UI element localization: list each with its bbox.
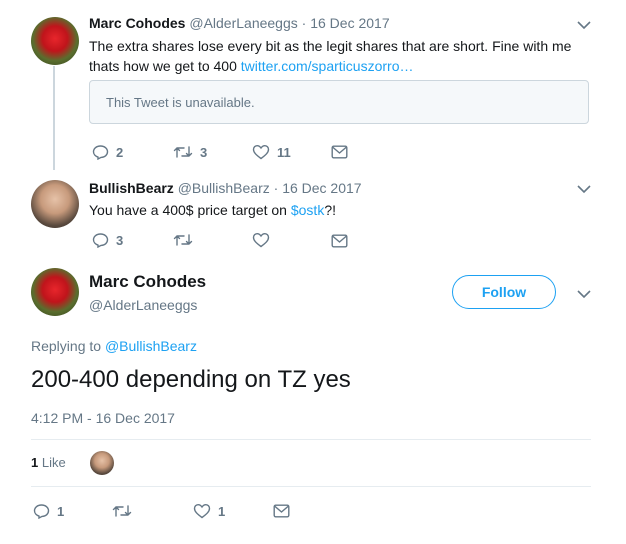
replying-to: Replying to @BullishBearz (31, 338, 197, 354)
replying-prefix: Replying to (31, 338, 105, 354)
thread-connector (53, 66, 55, 170)
chevron-down-icon[interactable] (576, 183, 592, 195)
retweet-button[interactable] (112, 503, 132, 519)
like-button[interactable]: 11 (252, 144, 291, 160)
like-button[interactable]: 1 (193, 503, 225, 519)
cashtag-link[interactable]: $ostk (291, 202, 324, 218)
dm-icon (273, 504, 290, 518)
retweet-button[interactable] (173, 232, 193, 248)
reply-count: 3 (116, 232, 124, 248)
author-handle[interactable]: @BullishBearz (178, 180, 270, 196)
heart-icon (252, 232, 270, 248)
dm-icon (331, 234, 348, 248)
chevron-down-icon[interactable] (576, 19, 592, 31)
tweet-header: BullishBearz @BullishBearz · 16 Dec 2017 (89, 180, 362, 196)
reply-icon (92, 145, 109, 160)
tweet-text: The extra shares lose every bit as the l… (89, 36, 571, 76)
likes-count: 1 (31, 455, 39, 470)
heart-icon (193, 503, 211, 519)
tweet-date[interactable]: 16 Dec 2017 (310, 15, 389, 31)
dm-button[interactable] (331, 234, 348, 248)
divider (31, 486, 591, 487)
retweet-button[interactable]: 3 (173, 144, 207, 160)
tweet-text: 200-400 depending on TZ yes (31, 366, 351, 393)
retweet-icon (173, 234, 193, 246)
separator-dot: · (273, 180, 279, 196)
reply-count: 2 (116, 144, 124, 160)
unavailable-message: This Tweet is unavailable. (106, 95, 255, 110)
reply-count: 1 (57, 503, 65, 519)
dm-icon (331, 145, 348, 159)
like-button[interactable] (252, 232, 270, 248)
author-name[interactable]: BullishBearz (89, 180, 174, 196)
retweet-count: 3 (200, 144, 208, 160)
tweet-text-part: ?! (324, 202, 337, 218)
reply-button[interactable]: 2 (92, 144, 123, 160)
avatar[interactable] (31, 17, 79, 65)
dm-button[interactable] (331, 145, 348, 159)
retweet-icon (112, 505, 132, 517)
quoted-tweet-unavailable: This Tweet is unavailable. (89, 80, 589, 124)
reply-button[interactable]: 3 (92, 232, 123, 248)
tweet-text-part: thats how we get to 400 (89, 58, 237, 74)
likes-label: Like (41, 455, 66, 470)
reply-button[interactable]: 1 (33, 503, 64, 519)
replying-to-link[interactable]: @BullishBearz (105, 338, 197, 354)
author-name[interactable]: Marc Cohodes (89, 272, 206, 292)
likes-stat[interactable]: 1 Like (31, 455, 66, 470)
reply-icon (33, 504, 50, 519)
like-count: 1 (218, 503, 226, 519)
like-count: 11 (277, 144, 291, 160)
divider (31, 439, 591, 440)
tweet-text-part: You have a 400$ price target on (89, 202, 291, 218)
separator-dot: · (301, 15, 307, 31)
avatar[interactable] (31, 268, 79, 316)
chevron-down-icon[interactable] (576, 288, 592, 300)
retweet-icon (173, 146, 193, 158)
tweet-date[interactable]: 16 Dec 2017 (282, 180, 361, 196)
dm-button[interactable] (273, 504, 290, 518)
author-name[interactable]: Marc Cohodes (89, 15, 185, 31)
author-handle[interactable]: @AlderLaneeggs (89, 297, 197, 313)
tweet-text: You have a 400$ price target on $ostk?! (89, 200, 336, 220)
tweet-text-line: thats how we get to 400 twitter.com/spar… (89, 56, 571, 76)
reply-icon (92, 233, 109, 248)
heart-icon (252, 144, 270, 160)
tweet-timestamp[interactable]: 4:12 PM - 16 Dec 2017 (31, 410, 175, 426)
author-handle[interactable]: @AlderLaneeggs (189, 15, 297, 31)
avatar[interactable] (31, 180, 79, 228)
liker-avatar[interactable] (90, 451, 114, 475)
follow-button[interactable]: Follow (452, 275, 556, 309)
tweet-link[interactable]: twitter.com/sparticuszorro… (241, 58, 414, 74)
tweet-text-line: The extra shares lose every bit as the l… (89, 38, 572, 54)
tweet-header: Marc Cohodes @AlderLaneeggs · 16 Dec 201… (89, 15, 390, 31)
